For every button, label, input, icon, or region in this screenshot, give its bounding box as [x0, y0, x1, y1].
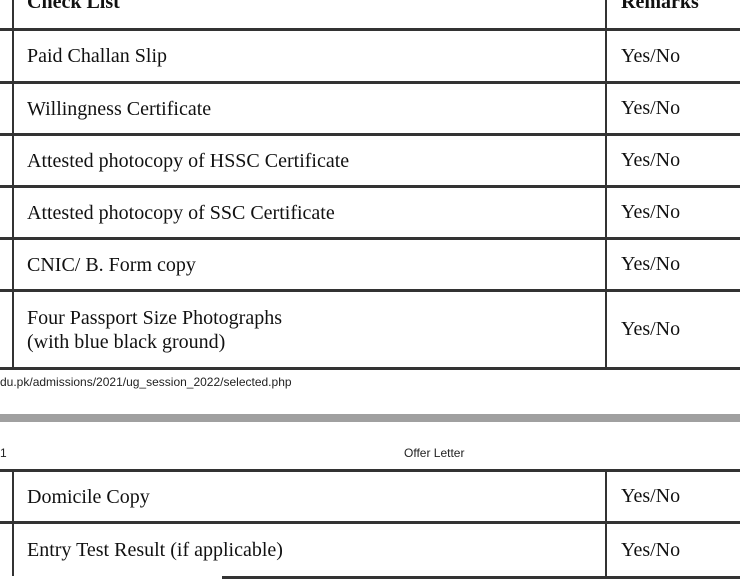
table-row: Domicile Copy Yes/No	[0, 472, 740, 524]
table-row: CNIC/ B. Form copy Yes/No	[0, 240, 740, 292]
table-row: Paid Challan Slip Yes/No	[0, 31, 740, 84]
checklist-table: Check List Remarks Paid Challan Slip Yes…	[0, 0, 740, 370]
remarks-header: Remarks	[621, 0, 699, 13]
check-item: Entry Test Result (if applicable)	[27, 539, 283, 561]
print-page-header: 1 Offer Letter	[0, 446, 740, 464]
table-row: Willingness Certificate Yes/No	[0, 84, 740, 136]
check-list-header: Check List	[27, 0, 120, 13]
check-item: CNIC/ B. Form copy	[27, 253, 196, 276]
table-header-row: Check List Remarks	[0, 0, 740, 31]
remark-value: Yes/No	[621, 538, 681, 561]
remark-value: Yes/No	[621, 201, 681, 223]
check-item: Attested photocopy of SSC Certificate	[27, 201, 335, 224]
remark-value: Yes/No	[621, 485, 681, 507]
check-item: Four Passport Size Photographs (with blu…	[27, 292, 597, 367]
document-title: Offer Letter	[404, 446, 465, 460]
check-item: Attested photocopy of HSSC Certificate	[27, 149, 350, 172]
remark-value: Yes/No	[621, 253, 681, 275]
check-item-line2: (with blue black ground)	[27, 330, 226, 353]
remark-value: Yes/No	[621, 318, 681, 340]
check-item-line1: Four Passport Size Photographs	[27, 306, 282, 329]
remark-value: Yes/No	[621, 44, 681, 67]
print-footer-url: du.pk/admissions/2021/ug_session_2022/se…	[0, 375, 292, 389]
checklist-table-continued: Domicile Copy Yes/No Entry Test Result (…	[0, 469, 740, 576]
table-row: Attested photocopy of SSC Certificate Ye…	[0, 188, 740, 240]
page-separator	[0, 414, 740, 422]
table-row: Entry Test Result (if applicable) Yes/No	[0, 524, 740, 576]
remark-value: Yes/No	[621, 149, 681, 171]
page-number: 1	[0, 446, 7, 460]
remark-value: Yes/No	[621, 97, 681, 119]
check-item: Willingness Certificate	[27, 97, 212, 120]
table-row: Attested photocopy of HSSC Certificate Y…	[0, 136, 740, 188]
check-item: Paid Challan Slip	[27, 45, 167, 67]
check-item: Domicile Copy	[27, 485, 150, 508]
table-row: Four Passport Size Photographs (with blu…	[0, 292, 740, 370]
